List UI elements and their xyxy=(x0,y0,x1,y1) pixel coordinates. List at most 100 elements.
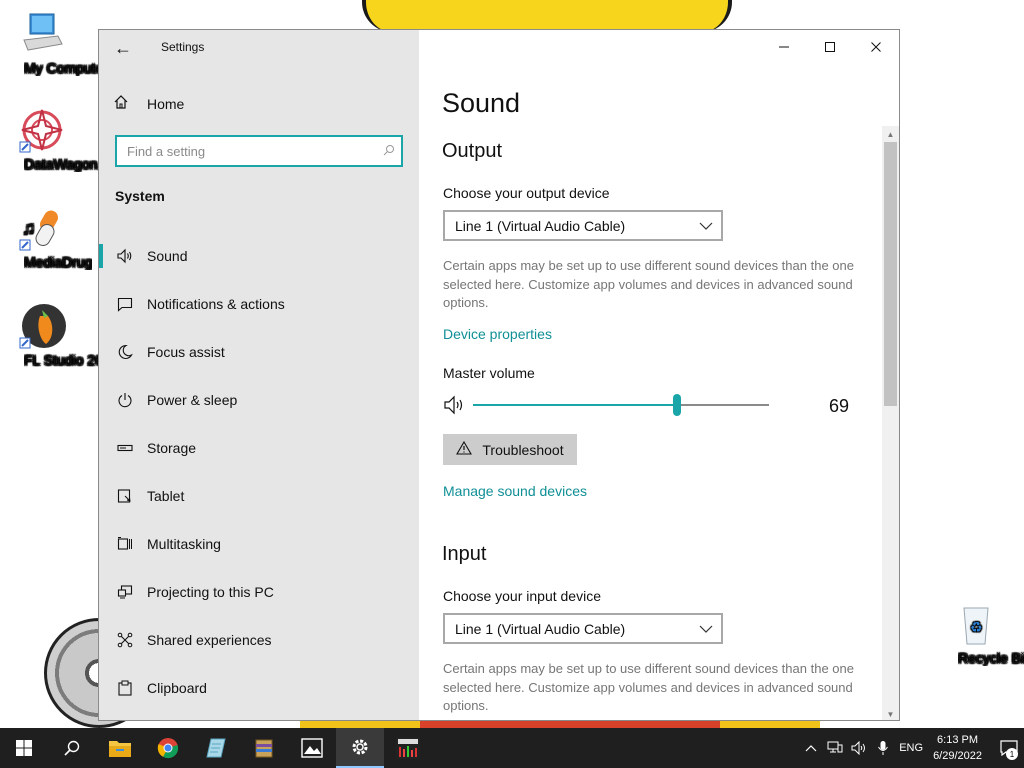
input-heading: Input xyxy=(442,543,487,565)
taskbar-chrome[interactable] xyxy=(144,728,192,768)
clock-time: 6:13 PM xyxy=(937,734,979,746)
close-button[interactable] xyxy=(853,30,899,64)
sidebar-nav: Sound Notifications & actions Focus assi… xyxy=(99,232,419,712)
sidebar-item-label: Power & sleep xyxy=(147,392,238,408)
title-bar[interactable]: ← Settings xyxy=(99,30,419,64)
volume-icon[interactable] xyxy=(443,395,467,415)
sidebar-item-sound[interactable]: Sound xyxy=(99,232,419,280)
manage-sound-devices-link[interactable]: Manage sound devices xyxy=(443,483,587,499)
search-input[interactable] xyxy=(117,142,377,160)
home-icon xyxy=(113,94,133,114)
search-box[interactable] xyxy=(115,135,403,167)
warning-icon xyxy=(456,440,473,458)
notification-center-button[interactable]: 1 xyxy=(994,728,1024,768)
sidebar-item-label: Multitasking xyxy=(147,536,221,552)
output-device-dropdown[interactable]: Line 1 (Virtual Audio Cable) xyxy=(443,210,723,241)
search-icon xyxy=(64,740,80,756)
troubleshoot-label: Troubleshoot xyxy=(482,441,564,458)
shared-icon xyxy=(115,632,135,648)
speaker-icon xyxy=(851,741,866,755)
master-volume-row: 69 xyxy=(443,392,863,418)
settings-main-panel: Sound Output Choose your output device L… xyxy=(419,30,899,720)
taskbar-notepad[interactable] xyxy=(192,728,240,768)
sidebar-item-multitasking[interactable]: Multitasking xyxy=(99,520,419,568)
network-icon xyxy=(827,741,843,753)
minimize-button[interactable] xyxy=(761,30,807,64)
sidebar-item-focus-assist[interactable]: Focus assist xyxy=(99,328,419,376)
input-device-label: Choose your input device xyxy=(443,588,601,604)
volume-slider-thumb[interactable] xyxy=(673,394,682,416)
volume-value: 69 xyxy=(829,396,850,416)
scroll-down-arrow-icon[interactable]: ▼ xyxy=(882,706,899,720)
desktop-icon-recycle-bin[interactable]: ♻ Recycle Bin xyxy=(934,600,1024,666)
minimize-icon xyxy=(779,46,789,48)
mediadrug-icon: ♫ xyxy=(18,204,66,252)
scrollbar-thumb[interactable] xyxy=(884,142,897,406)
input-device-value: Line 1 (Virtual Audio Cable) xyxy=(455,620,626,637)
recycle-bin-icon: ♻ xyxy=(952,600,1000,648)
sidebar-item-clipboard[interactable]: Clipboard xyxy=(99,664,419,712)
taskbar-file-explorer[interactable] xyxy=(96,728,144,768)
sidebar-item-notifications[interactable]: Notifications & actions xyxy=(99,280,419,328)
output-description: Certain apps may be set up to use differ… xyxy=(443,258,854,310)
system-tray: ENG 6:13 PM 6/29/2022 1 xyxy=(799,728,1024,768)
start-button[interactable] xyxy=(0,728,48,768)
taskbar-settings[interactable] xyxy=(336,728,384,768)
projecting-icon xyxy=(115,584,135,600)
troubleshoot-button[interactable]: Troubleshoot xyxy=(443,434,577,465)
back-arrow-icon: ← xyxy=(114,37,132,58)
sidebar-item-storage[interactable]: Storage xyxy=(99,424,419,472)
desktop-icon-fl-studio[interactable]: FL Studio 20 xyxy=(0,302,103,368)
scroll-up-arrow-icon[interactable]: ▲ xyxy=(882,126,899,142)
sidebar-item-label: Focus assist xyxy=(147,344,225,360)
back-button[interactable]: ← xyxy=(109,36,137,60)
sidebar-item-label: Projecting to this PC xyxy=(147,584,274,600)
maximize-button[interactable] xyxy=(807,30,853,64)
network-tray-button[interactable] xyxy=(823,728,847,768)
moon-icon xyxy=(115,344,135,360)
master-volume-label: Master volume xyxy=(443,365,535,381)
window-controls xyxy=(761,30,899,64)
maximize-icon xyxy=(825,42,835,52)
sidebar-item-tablet[interactable]: Tablet xyxy=(99,472,419,520)
output-device-value: Line 1 (Virtual Audio Cable) xyxy=(455,217,626,234)
clipboard-icon xyxy=(115,680,135,696)
sidebar-item-label: Sound xyxy=(147,248,188,264)
taskbar-audio-app[interactable] xyxy=(384,728,432,768)
show-hidden-icons-button[interactable] xyxy=(799,728,823,768)
language-indicator[interactable]: ENG xyxy=(899,742,923,754)
settings-window: ← Settings Home System Sound xyxy=(98,29,900,721)
clock[interactable]: 6:13 PM 6/29/2022 xyxy=(933,732,982,764)
file-explorer-icon xyxy=(109,741,131,757)
taskbar-photos[interactable] xyxy=(288,728,336,768)
sidebar-item-label: Storage xyxy=(147,440,197,456)
clock-date: 6/29/2022 xyxy=(933,750,982,762)
input-device-dropdown[interactable]: Line 1 (Virtual Audio Cable) xyxy=(443,613,723,644)
chevron-up-icon xyxy=(805,745,817,752)
sidebar-item-power-sleep[interactable]: Power & sleep xyxy=(99,376,419,424)
desktop-icon-mediadrug[interactable]: ♫ MediaDrug xyxy=(0,204,92,270)
microphone-tray-button[interactable] xyxy=(871,728,895,768)
desktop-icon-datawagon[interactable]: DataWagon... xyxy=(0,106,109,172)
multitasking-icon xyxy=(115,536,135,552)
output-device-label: Choose your output device xyxy=(443,185,610,201)
taskbar-search-button[interactable] xyxy=(48,728,96,768)
svg-text:♫: ♫ xyxy=(22,218,36,238)
computer-icon xyxy=(18,10,66,58)
search-icon xyxy=(377,144,401,159)
sidebar-item-shared-experiences[interactable]: Shared experiences xyxy=(99,616,419,664)
sidebar-item-projecting[interactable]: Projecting to this PC xyxy=(99,568,419,616)
main-scrollbar[interactable]: ▲ ▼ xyxy=(882,126,899,720)
taskbar-winrar[interactable] xyxy=(240,728,288,768)
sidebar-item-label: Shared experiences xyxy=(147,632,272,648)
taskbar: ENG 6:13 PM 6/29/2022 1 xyxy=(0,728,1024,768)
storage-icon xyxy=(115,440,135,456)
nav-home[interactable]: Home xyxy=(113,92,184,116)
volume-slider[interactable] xyxy=(473,394,769,416)
input-description: Certain apps may be set up to use differ… xyxy=(443,661,854,713)
sidebar-item-label: Tablet xyxy=(147,488,185,504)
desktop-icon-my-computer[interactable]: My Computer xyxy=(0,10,108,76)
chrome-icon xyxy=(157,738,179,759)
volume-tray-button[interactable] xyxy=(847,728,871,768)
device-properties-link[interactable]: Device properties xyxy=(443,326,552,342)
